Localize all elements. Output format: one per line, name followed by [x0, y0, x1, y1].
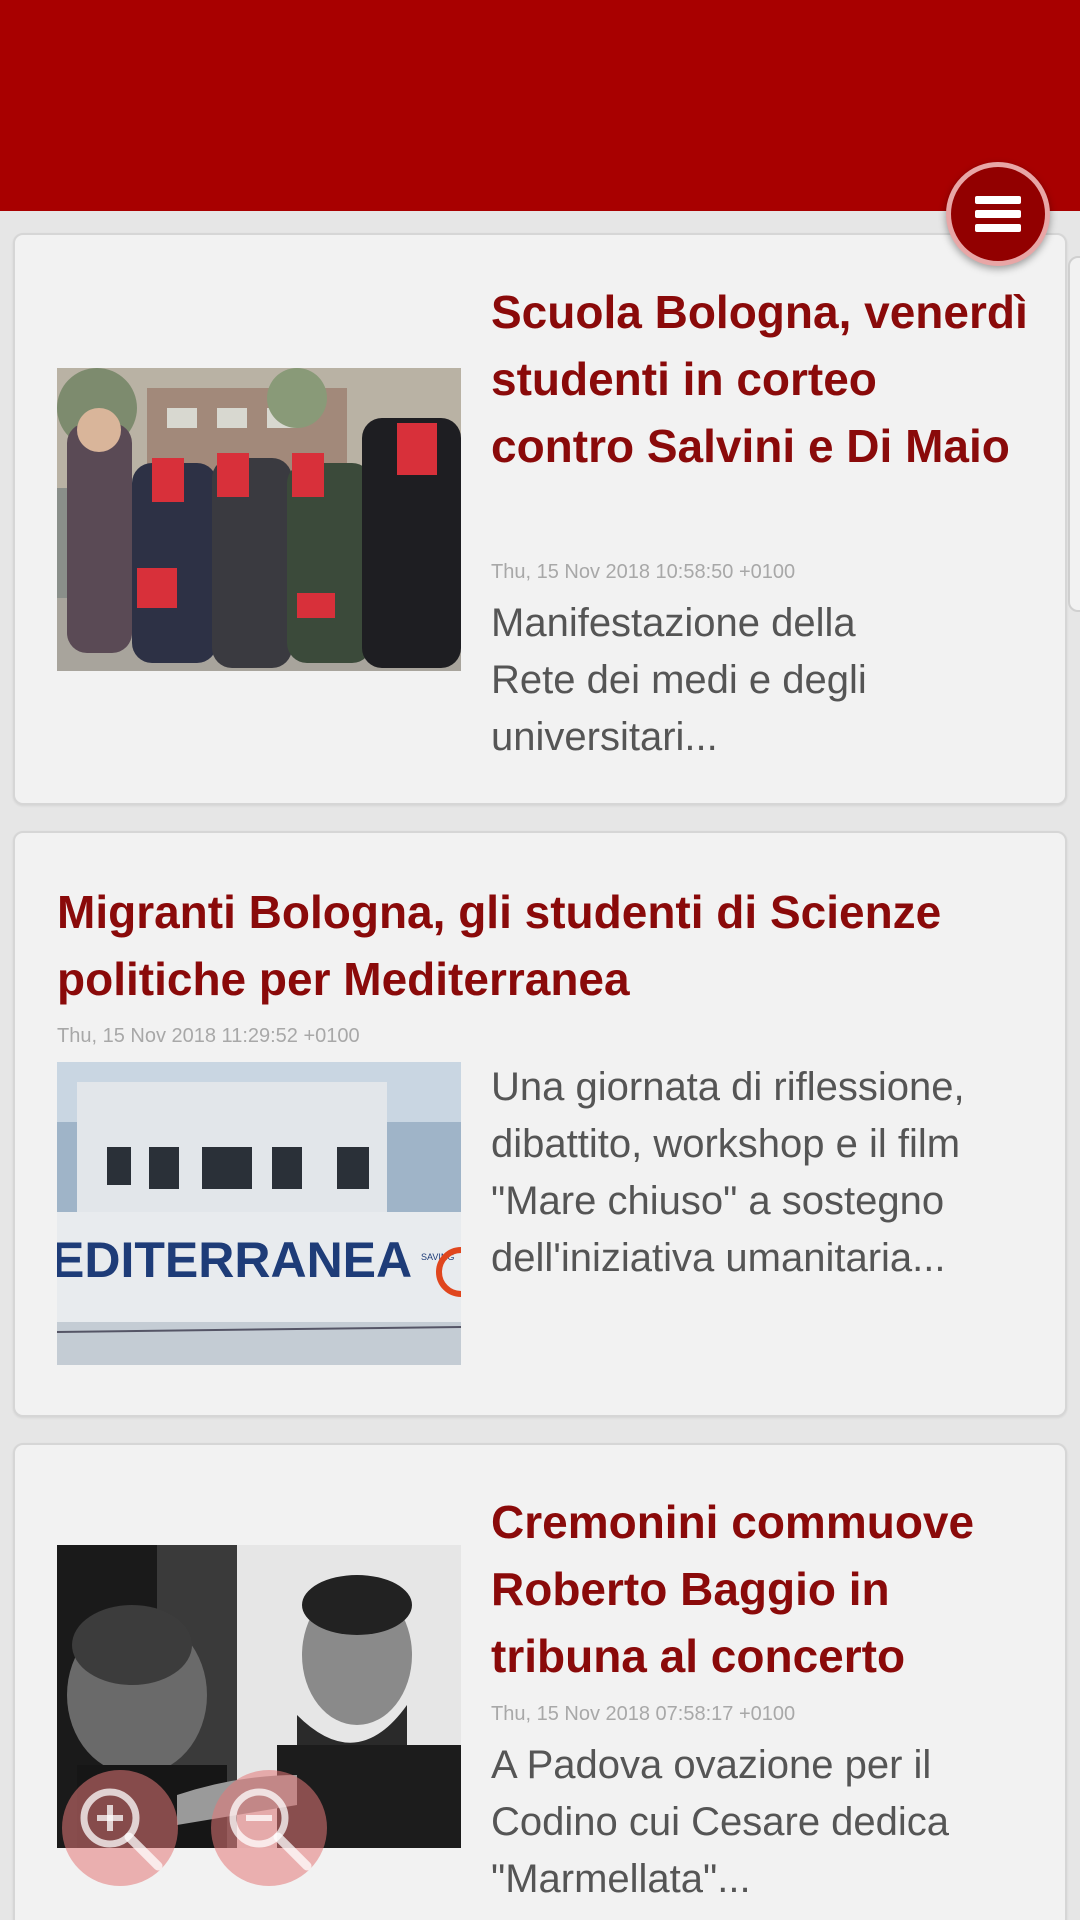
article-date: Thu, 15 Nov 2018 07:58:17 +0100 [491, 1703, 796, 1725]
article-excerpt: A Padova ovazione per il Codino cui Cesa… [491, 1743, 950, 1901]
zoom-out-icon [229, 1788, 312, 1871]
hamburger-menu-icon [975, 190, 1021, 238]
zoom-out-button[interactable] [211, 1770, 327, 1886]
article-excerpt: Una giornata di riflessione, dibattito, … [491, 1065, 965, 1280]
article-thumbnail[interactable] [57, 368, 461, 671]
app-header-bar [0, 0, 1080, 211]
zoom-in-icon [80, 1788, 163, 1871]
article-thumbnail[interactable]: EDITERRANEA SAVING [57, 1062, 461, 1365]
article-date: Thu, 15 Nov 2018 11:29:52 +0100 [57, 1025, 360, 1047]
article-title[interactable]: Migranti Bologna, gli studenti di Scienz… [57, 879, 1047, 1013]
menu-button[interactable] [946, 162, 1050, 266]
article-card[interactable]: Migranti Bologna, gli studenti di Scienz… [13, 831, 1067, 1417]
article-excerpt: Manifestazione della Rete dei medi e deg… [491, 601, 867, 759]
article-card[interactable]: Scuola Bologna, venerdì studenti in cort… [13, 233, 1067, 805]
article-date: Thu, 15 Nov 2018 10:58:50 +0100 [491, 561, 796, 583]
article-title[interactable]: Scuola Bologna, venerdì studenti in cort… [491, 279, 1031, 480]
side-panel-edge[interactable] [1068, 256, 1080, 612]
ship-text: EDITERRANEA [57, 1232, 412, 1288]
zoom-in-button[interactable] [62, 1770, 178, 1886]
article-title[interactable]: Cremonini commuove Roberto Baggio in tri… [491, 1489, 1031, 1690]
